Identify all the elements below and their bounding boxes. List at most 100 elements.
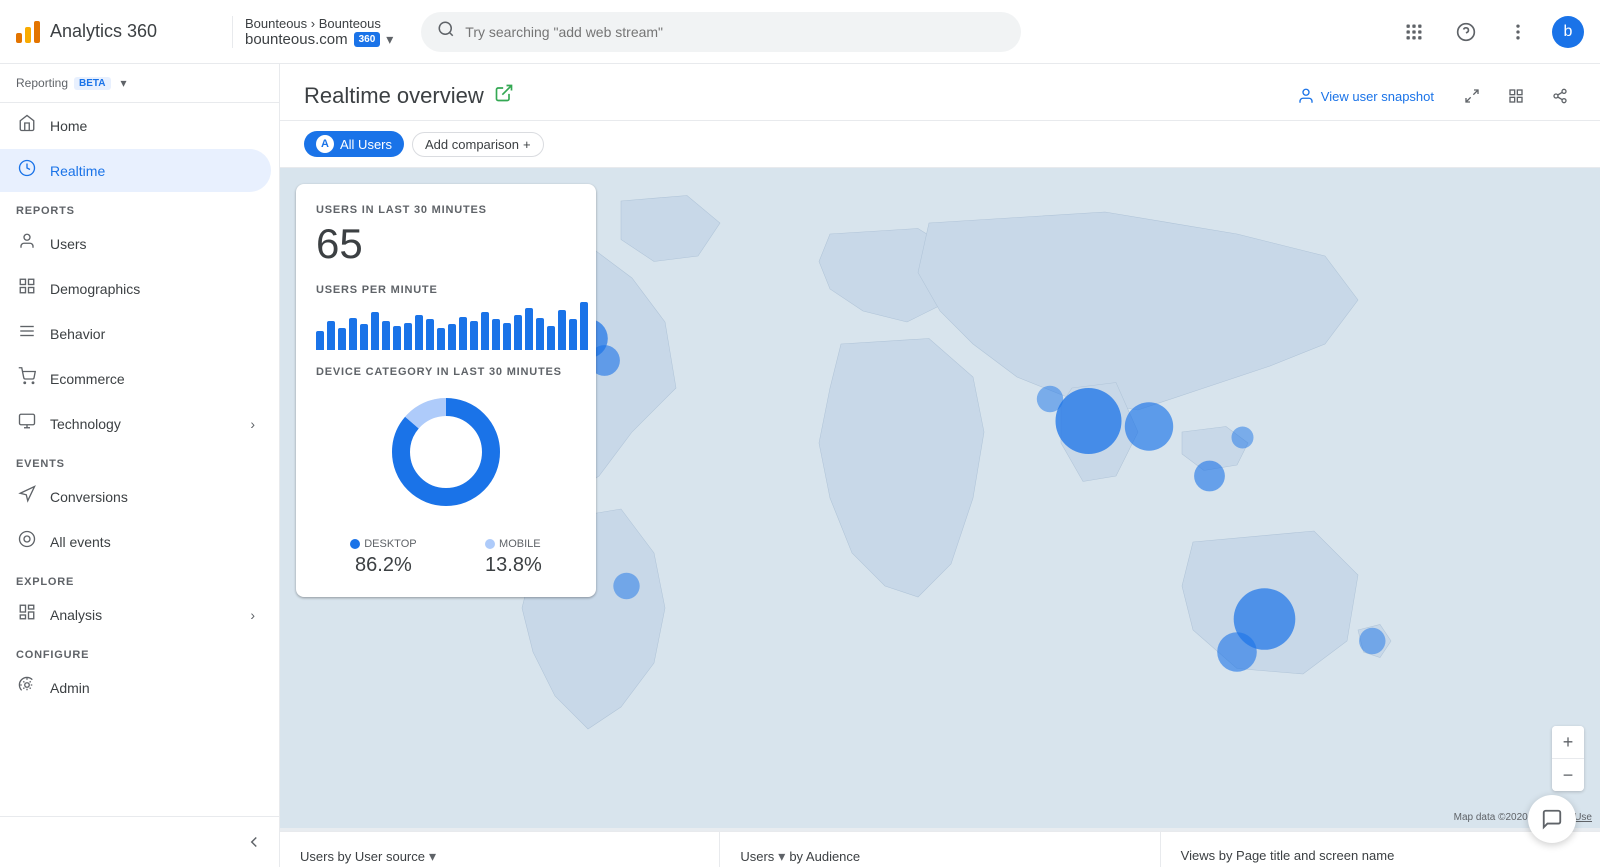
apps-icon[interactable] [1396, 14, 1432, 50]
view-user-snapshot-label: View user snapshot [1321, 89, 1434, 104]
page-title-icon[interactable] [494, 83, 514, 109]
bar-segment [558, 310, 566, 350]
card2-dropdown-icon[interactable]: ▾ [778, 848, 785, 865]
page-title: Realtime overview [304, 83, 484, 109]
all-users-label: All Users [340, 137, 392, 152]
card1-title[interactable]: Users by User source ▾ [300, 848, 699, 865]
more-icon[interactable] [1500, 14, 1536, 50]
bottom-card-user-source: Users by User source ▾ #1 google 13 48.1… [280, 832, 720, 867]
device-category-label: DEVICE CATEGORY IN LAST 30 MINUTES [316, 366, 576, 378]
account-nav[interactable]: Bounteous › Bounteous bounteous.com 360 … [232, 16, 405, 48]
bar-segment [393, 326, 401, 350]
sidebar-item-realtime[interactable]: Realtime [0, 149, 271, 192]
ga360-badge: 360 [354, 32, 381, 47]
sidebar: Reporting BETA ▾ Home Realtime REPORTS U… [0, 64, 280, 867]
analysis-expand-icon: › [250, 607, 255, 623]
map-bubble-australia-2 [1217, 632, 1257, 672]
view-user-snapshot-button[interactable]: View user snapshot [1287, 81, 1444, 111]
sidebar-reporting: Reporting BETA ▾ [0, 64, 279, 103]
map-bubble-thailand [1125, 402, 1173, 450]
behavior-icon [16, 322, 38, 345]
page-header-actions: View user snapshot [1287, 80, 1576, 112]
search-bar[interactable] [421, 12, 1021, 52]
bar-segment [316, 331, 324, 350]
technology-expand-icon: › [250, 416, 255, 432]
map-bubble-nz [1359, 628, 1385, 654]
bar-segment [536, 318, 544, 350]
bottom-card-page-title: Views by Page title and screen name #1 B… [1161, 832, 1600, 867]
bar-segment [459, 317, 467, 350]
admin-icon [16, 676, 38, 699]
mobile-legend: MOBILE 13.8% [485, 538, 542, 577]
sidebar-bottom [0, 816, 279, 867]
users-count: 65 [316, 220, 576, 268]
comparison-bar: A All Users Add comparison + [280, 121, 1600, 168]
home-icon [16, 114, 38, 137]
share-icon[interactable] [1544, 80, 1576, 112]
customize-icon[interactable] [1500, 80, 1532, 112]
chat-button[interactable] [1528, 795, 1576, 843]
all-users-chip[interactable]: A All Users [304, 131, 404, 157]
sidebar-item-demographics[interactable]: Demographics [0, 267, 271, 310]
bar-segment [448, 324, 456, 350]
sidebar-item-users[interactable]: Users [0, 222, 271, 265]
users-icon [16, 232, 38, 255]
add-comparison-button[interactable]: Add comparison + [412, 132, 544, 157]
avatar[interactable]: b [1552, 16, 1584, 48]
analytics-logo [16, 21, 40, 43]
account-dropdown-icon[interactable]: ▾ [386, 31, 393, 48]
search-input[interactable] [465, 24, 1005, 40]
map-bubble-indonesia [1194, 461, 1225, 492]
bar-segment [525, 308, 533, 350]
reporting-label: Reporting [16, 76, 68, 90]
sidebar-item-analysis[interactable]: Analysis › [0, 593, 271, 636]
sidebar-item-home[interactable]: Home [0, 104, 271, 147]
mobile-pct: 13.8% [485, 554, 542, 577]
add-comparison-plus-icon: + [523, 137, 531, 152]
conversions-label: Conversions [50, 489, 128, 505]
device-legend: DESKTOP 86.2% MOBILE 13.8% [316, 538, 576, 577]
card1-dropdown-icon[interactable]: ▾ [429, 848, 436, 865]
map-bubble-pakistan [1037, 386, 1063, 412]
all-events-label: All events [50, 534, 111, 550]
bar-segment [437, 328, 445, 350]
users-per-minute-label: USERS PER MINUTE [316, 284, 576, 296]
reports-section-label: REPORTS [0, 193, 279, 221]
ecommerce-icon [16, 367, 38, 390]
bar-segment [327, 321, 335, 350]
card2-title[interactable]: Users ▾ by Audience [740, 848, 1139, 865]
bar-segment [404, 323, 412, 350]
sidebar-item-conversions[interactable]: Conversions [0, 475, 271, 518]
sidebar-item-ecommerce[interactable]: Ecommerce [0, 357, 271, 400]
bar-segment [426, 319, 434, 350]
realtime-label: Realtime [50, 163, 105, 179]
behavior-label: Behavior [50, 326, 105, 342]
mobile-label: MOBILE [499, 538, 541, 550]
top-header: Analytics 360 Bounteous › Bounteous boun… [0, 0, 1600, 64]
zoom-in-button[interactable]: + [1552, 726, 1584, 758]
bar-segment [415, 315, 423, 350]
sidebar-item-technology[interactable]: Technology › [0, 402, 271, 445]
logo-area: Analytics 360 [16, 21, 216, 43]
sidebar-collapse-button[interactable] [0, 825, 279, 859]
map-container: USERS IN LAST 30 MINUTES 65 USERS PER MI… [280, 168, 1600, 831]
help-icon[interactable] [1448, 14, 1484, 50]
sidebar-item-behavior[interactable]: Behavior [0, 312, 271, 355]
mobile-dot [485, 539, 495, 549]
bar-segment [569, 319, 577, 350]
sidebar-item-admin[interactable]: Admin [0, 666, 271, 709]
donut-chart [376, 382, 516, 522]
donut-container [376, 382, 516, 522]
fullscreen-icon[interactable] [1456, 80, 1488, 112]
sidebar-item-all-events[interactable]: All events [0, 520, 271, 563]
zoom-out-button[interactable]: − [1552, 759, 1584, 791]
chip-letter: A [316, 135, 334, 153]
demographics-icon [16, 277, 38, 300]
map-bubble-india [1056, 388, 1122, 454]
app-title: Analytics 360 [50, 21, 157, 42]
analysis-label: Analysis [50, 607, 102, 623]
map-zoom-controls: + − [1552, 726, 1584, 791]
bar-segment [580, 302, 588, 350]
donut-section: DESKTOP 86.2% MOBILE 13.8% [316, 382, 576, 577]
reporting-dropdown-icon[interactable]: ▾ [121, 76, 127, 90]
